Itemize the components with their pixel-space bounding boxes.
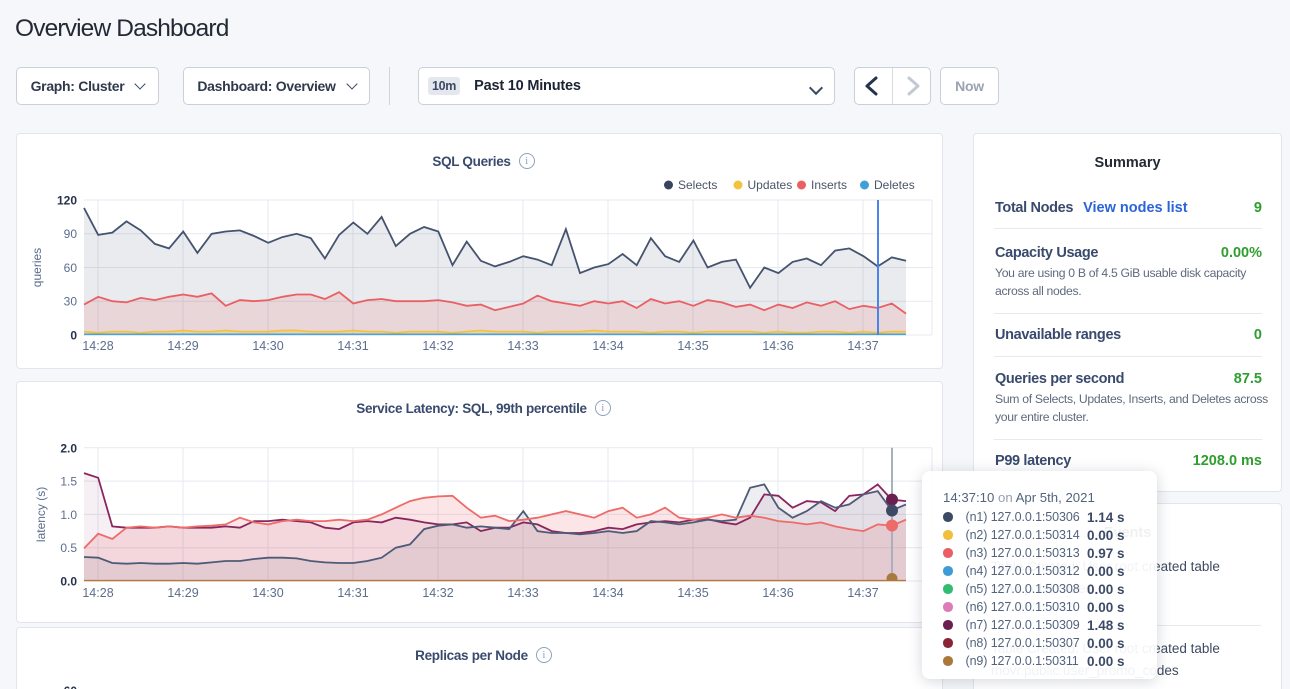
svg-text:14:29: 14:29 xyxy=(167,586,198,600)
svg-text:14:28: 14:28 xyxy=(82,586,113,600)
svg-text:0: 0 xyxy=(70,329,77,343)
svg-text:14:36: 14:36 xyxy=(762,586,793,600)
svg-text:2.0: 2.0 xyxy=(60,441,77,455)
svg-text:14:34: 14:34 xyxy=(592,339,623,353)
svg-text:14:37: 14:37 xyxy=(847,586,878,600)
svg-text:14:28: 14:28 xyxy=(82,339,113,353)
svg-text:1.5: 1.5 xyxy=(60,475,77,489)
svg-text:90: 90 xyxy=(64,227,78,241)
svg-text:0.5: 0.5 xyxy=(60,541,77,555)
svg-text:Deletes: Deletes xyxy=(874,178,915,192)
svg-text:Updates: Updates xyxy=(748,178,793,192)
svg-text:30: 30 xyxy=(64,295,78,309)
svg-text:14:32: 14:32 xyxy=(422,339,453,353)
svg-text:0.0: 0.0 xyxy=(60,575,77,589)
svg-text:60: 60 xyxy=(64,684,78,689)
svg-text:14:32: 14:32 xyxy=(422,586,453,600)
svg-text:Selects: Selects xyxy=(678,178,717,192)
svg-text:14:34: 14:34 xyxy=(592,586,623,600)
svg-text:14:31: 14:31 xyxy=(337,339,368,353)
svg-text:14:37: 14:37 xyxy=(847,339,878,353)
svg-text:14:33: 14:33 xyxy=(507,339,538,353)
svg-text:queries: queries xyxy=(30,248,44,287)
svg-text:60: 60 xyxy=(64,261,78,275)
svg-text:latency (s): latency (s) xyxy=(34,487,48,542)
svg-text:Inserts: Inserts xyxy=(811,178,847,192)
svg-text:14:31: 14:31 xyxy=(337,586,368,600)
svg-text:14:30: 14:30 xyxy=(252,339,283,353)
svg-text:14:29: 14:29 xyxy=(167,339,198,353)
svg-text:14:35: 14:35 xyxy=(677,339,708,353)
svg-text:14:35: 14:35 xyxy=(677,586,708,600)
svg-text:14:30: 14:30 xyxy=(252,586,283,600)
svg-text:1.0: 1.0 xyxy=(60,508,77,522)
svg-text:14:36: 14:36 xyxy=(762,339,793,353)
svg-text:120: 120 xyxy=(57,194,77,208)
svg-text:14:33: 14:33 xyxy=(507,586,538,600)
